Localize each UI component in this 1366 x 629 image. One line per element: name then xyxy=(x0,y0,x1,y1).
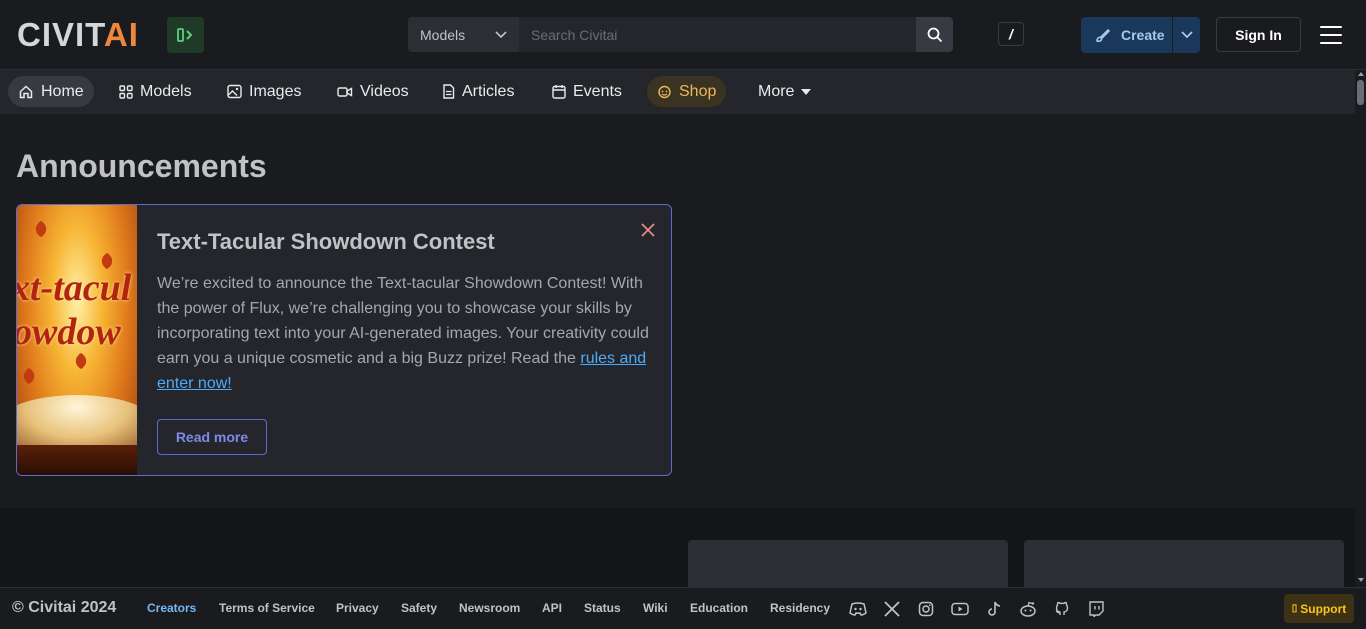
file-text-icon xyxy=(443,84,455,99)
support-label: Support xyxy=(1300,601,1347,616)
search-category-value: Models xyxy=(420,26,466,43)
copyright-text: © Civitai 2024 xyxy=(12,599,117,616)
nav-item-articles[interactable]: Articles xyxy=(432,76,524,107)
nav-label-more: More xyxy=(758,82,795,100)
footer-link-safety[interactable]: Safety xyxy=(401,601,437,615)
footer-link-residency[interactable]: Residency xyxy=(770,601,830,615)
footer-link-status[interactable]: Status xyxy=(584,601,621,615)
nav-label-home: Home xyxy=(41,82,84,100)
calendar-icon xyxy=(552,85,566,99)
nav-item-models[interactable]: Models xyxy=(109,76,202,107)
nav-item-home[interactable]: Home xyxy=(8,76,94,107)
image-word-2: owdow xyxy=(17,311,121,353)
footer-link-terms[interactable]: Terms of Service xyxy=(219,601,315,615)
nav-item-shop[interactable]: Shop xyxy=(647,76,727,107)
create-menu-toggle[interactable] xyxy=(1173,31,1200,39)
feed-card-placeholder[interactable] xyxy=(1024,540,1344,587)
page-title: Announcements xyxy=(16,148,267,184)
instagram-icon[interactable] xyxy=(917,600,935,618)
sign-in-button[interactable]: Sign In xyxy=(1216,17,1301,52)
x-icon[interactable] xyxy=(883,600,901,618)
youtube-icon[interactable] xyxy=(951,600,969,618)
read-more-button[interactable]: Read more xyxy=(157,419,267,455)
support-icon: ▯ xyxy=(1291,603,1298,614)
search-input[interactable] xyxy=(519,17,916,52)
twitch-icon[interactable] xyxy=(1087,600,1105,618)
nav-label-models: Models xyxy=(140,82,192,100)
footer-link-api[interactable]: API xyxy=(542,601,562,615)
scroll-down-arrow[interactable] xyxy=(1358,578,1364,582)
page-scrollbar[interactable] xyxy=(1355,70,1366,587)
chevron-down-icon xyxy=(1180,31,1193,39)
search-icon xyxy=(927,27,942,42)
search-shortcut-key: / xyxy=(998,22,1024,46)
caret-down-icon xyxy=(801,88,812,95)
footer-link-wiki[interactable]: Wiki xyxy=(643,601,668,615)
search-button[interactable] xyxy=(916,17,953,52)
video-icon xyxy=(337,86,353,97)
nav-item-events[interactable]: Events xyxy=(542,76,632,107)
nav-item-videos[interactable]: Videos xyxy=(327,76,419,107)
nav-item-more[interactable]: More xyxy=(748,76,821,107)
logo-ai-text: AI xyxy=(103,16,139,53)
announcement-card: xt-tacul owdow Text-Tacular Showdown Con… xyxy=(16,204,672,476)
footer: © Civitai 2024 Creators Terms of Service… xyxy=(0,587,1366,629)
nav-label-events: Events xyxy=(573,82,622,100)
nav-label-images: Images xyxy=(249,82,302,100)
civitai-logo[interactable]: CIVITAI xyxy=(17,18,139,51)
nav-label-shop: Shop xyxy=(679,82,717,100)
nav-item-images[interactable]: Images xyxy=(217,76,311,107)
sidebar-toggle-icon xyxy=(176,28,192,42)
top-header: CIVITAI Models / Create Sign In xyxy=(0,0,1366,70)
footer-link-education[interactable]: Education xyxy=(690,601,748,615)
sidebar-toggle-button[interactable] xyxy=(167,17,204,53)
search-bar: Models / xyxy=(408,17,1024,52)
main-nav: Home Models Images Videos Articles Event… xyxy=(0,70,1355,114)
brush-icon xyxy=(1096,28,1111,43)
scroll-up-arrow[interactable] xyxy=(1358,72,1364,76)
reddit-icon[interactable] xyxy=(1019,600,1037,618)
github-icon[interactable] xyxy=(1053,600,1071,618)
support-button[interactable]: ▯ Support xyxy=(1284,594,1354,623)
close-icon[interactable] xyxy=(638,220,658,240)
create-label: Create xyxy=(1121,27,1165,43)
search-category-select[interactable]: Models xyxy=(408,17,519,52)
home-icon xyxy=(19,84,33,98)
discord-icon[interactable] xyxy=(849,600,867,618)
announcement-title: Text-Tacular Showdown Contest xyxy=(157,229,495,254)
menu-burger-icon[interactable] xyxy=(1320,26,1342,44)
logo-civit-text: CIVIT xyxy=(17,16,104,53)
footer-link-creators[interactable]: Creators xyxy=(147,601,196,615)
footer-link-newsroom[interactable]: Newsroom xyxy=(459,601,520,615)
feed-card-placeholder[interactable] xyxy=(688,540,1008,587)
scroll-thumb[interactable] xyxy=(1357,80,1364,105)
nav-label-videos: Videos xyxy=(360,82,409,100)
image-icon xyxy=(227,84,242,99)
create-button[interactable]: Create xyxy=(1081,17,1200,53)
footer-link-privacy[interactable]: Privacy xyxy=(336,601,379,615)
image-word-1: xt-tacul xyxy=(17,267,132,309)
chevron-down-icon xyxy=(495,30,507,38)
nav-label-articles: Articles xyxy=(462,82,515,100)
shop-icon xyxy=(658,85,671,99)
tiktok-icon[interactable] xyxy=(985,600,1003,618)
grid-icon xyxy=(119,84,133,99)
announcement-text: We’re excited to announce the Text-tacul… xyxy=(157,275,649,392)
announcement-image[interactable]: xt-tacul owdow xyxy=(17,205,137,475)
